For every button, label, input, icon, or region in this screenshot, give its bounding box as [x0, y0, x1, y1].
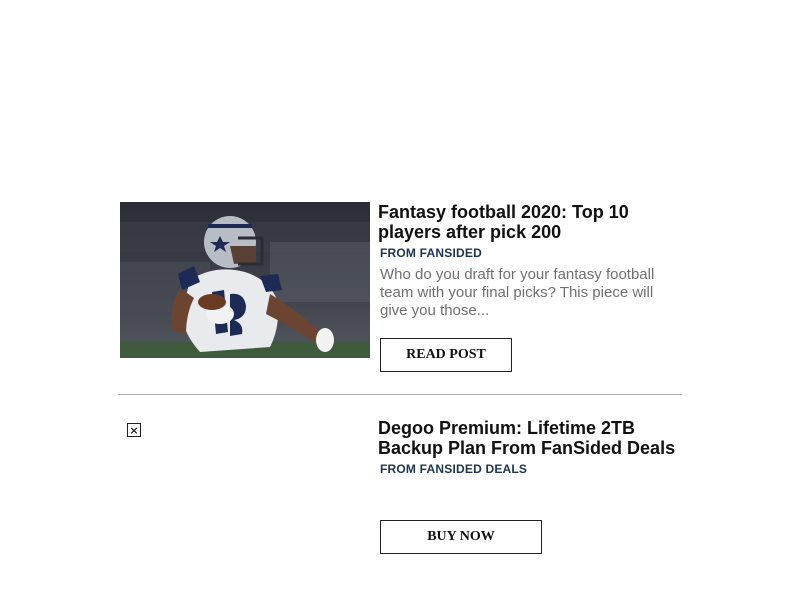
- article-content: Fantasy football 2020: Top 10 players af…: [378, 202, 678, 320]
- deal-content: Degoo Premium: Lifetime 2TB Backup Plan …: [378, 418, 678, 476]
- read-post-button[interactable]: READ POST: [380, 338, 512, 372]
- article-title[interactable]: Fantasy football 2020: Top 10 players af…: [378, 202, 678, 242]
- page: Fantasy football 2020: Top 10 players af…: [0, 0, 800, 600]
- deal-source: FROM FANSIDED DEALS: [380, 462, 528, 476]
- buy-now-button[interactable]: BUY NOW: [380, 520, 542, 554]
- article-description: Who do you draft for your fantasy footba…: [380, 266, 655, 319]
- football-player-photo: [120, 202, 370, 358]
- deal-thumbnail[interactable]: ×: [120, 418, 370, 458]
- divider: [118, 394, 682, 395]
- article-thumbnail[interactable]: [120, 202, 370, 358]
- article-card[interactable]: Fantasy football 2020: Top 10 players af…: [120, 202, 682, 380]
- broken-image-icon: ×: [127, 423, 141, 437]
- deal-title[interactable]: Degoo Premium: Lifetime 2TB Backup Plan …: [378, 418, 678, 458]
- article-source: FROM FANSIDED: [380, 246, 482, 260]
- deal-card[interactable]: × Degoo Premium: Lifetime 2TB Backup Pla…: [120, 418, 682, 568]
